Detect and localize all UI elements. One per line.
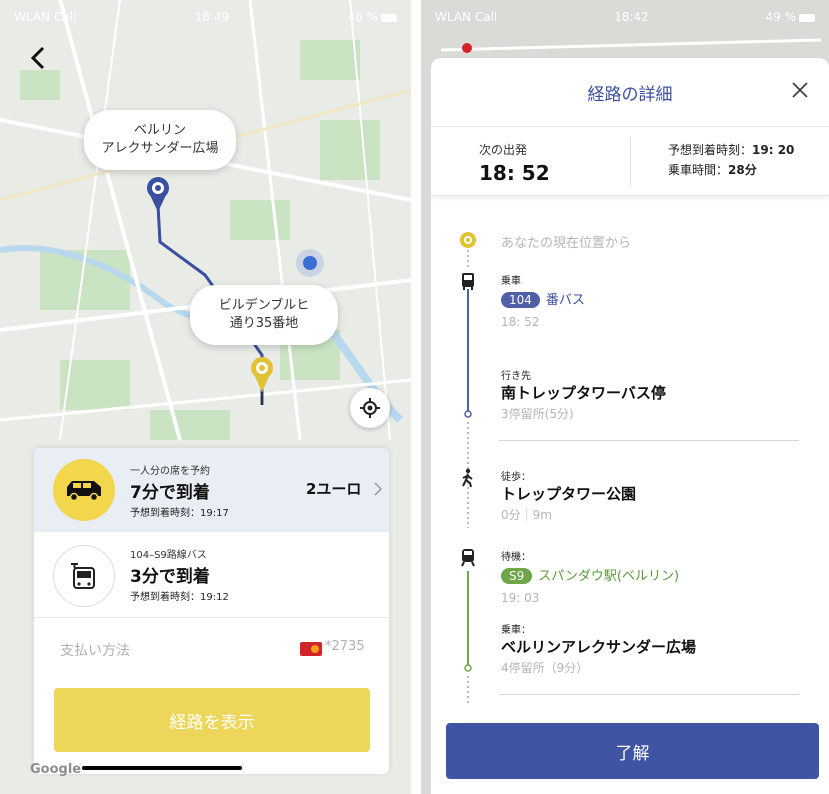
car-icon: [53, 459, 115, 521]
divider: [499, 694, 799, 695]
start-location-icon: [460, 232, 476, 248]
page-title: 経路の詳細: [587, 85, 673, 105]
route-timeline: あなたの現在位置から 乗車 104 番バス 18: 52 行き先 南トレップタワー…: [431, 196, 829, 716]
bus-line: 104 番バス: [501, 289, 585, 308]
booking-screen: WLAN Call 18:49 46 % ベルリン アレクサンダー広場 ビルデン…: [0, 0, 411, 794]
start-label: あなたの現在位置から: [501, 236, 632, 251]
ride-price: 2ユーロ: [306, 480, 362, 498]
walk-info: 0分｜9m: [501, 508, 552, 522]
ok-button[interactable]: 了解: [446, 723, 819, 779]
booking-sheet: 一人分の席を予約 7分で到着 予想到着時刻：19:17 2ユーロ 104–S9路…: [34, 448, 389, 774]
chevron-right-icon: [374, 482, 382, 496]
mastercard-icon: [300, 642, 322, 656]
route-detail-card: 経路の詳細 次の出発 18: 52 予想到着時刻：19: 20 乗車時間：28分: [431, 58, 829, 794]
train-line: S9 スパンダウ駅(ベルリン): [501, 565, 679, 584]
status-bar: WLAN Call 18:49 46 %: [0, 0, 411, 34]
board-label: 乗車: [501, 276, 521, 287]
destination-label: 行き先: [501, 371, 531, 382]
walk-place: トレップタワー公園: [501, 485, 637, 503]
ride-caption: 一人分の席を予約: [130, 466, 210, 477]
crosshair-icon: [360, 398, 380, 418]
train-station: スパンダウ駅(ベルリン): [538, 569, 680, 584]
ride-option-bus[interactable]: 104–S9路線バス 3分で到着 予想到着時刻：19:12: [34, 534, 389, 618]
next-departure-time: 18: 52: [479, 161, 550, 185]
google-logo: Google: [30, 762, 82, 777]
ride-caption: 104–S9路線バス: [130, 550, 207, 561]
carrier-label: WLAN Call: [435, 10, 498, 24]
train-icon: [461, 549, 475, 567]
departure-summary: 次の出発 18: 52 予想到着時刻：19: 20 乗車時間：28分: [431, 126, 829, 196]
bus-icon: [53, 545, 115, 607]
ride-destination: ベルリンアレクサンダー広場: [501, 638, 697, 656]
walking-icon: [462, 468, 473, 488]
walk-label: 徒歩：: [501, 472, 531, 483]
destination-bubble-line2: 通り35番地: [229, 316, 299, 331]
wait-label: 待機：: [501, 552, 531, 563]
train-time: 19: 03: [501, 591, 540, 605]
eta-row: 予想到着時刻：19: 20: [668, 141, 794, 158]
destination-bubble-line1: ビルデンブルヒ: [218, 298, 310, 313]
carrier-label: WLAN Call: [14, 10, 77, 24]
battery-icon: [798, 13, 815, 22]
clock: 18:42: [614, 10, 649, 24]
bus-suffix: 番バス: [545, 293, 585, 308]
current-location-icon: [296, 249, 324, 277]
bus-time: 18: 52: [501, 315, 540, 329]
battery-indicator: 46 %: [347, 10, 397, 24]
divider: [499, 440, 799, 441]
destination-stop: 南トレップタワーバス停: [501, 384, 666, 402]
close-icon[interactable]: [788, 78, 812, 102]
destination-bubble: ビルデンブルヒ 通り35番地: [190, 285, 338, 345]
ride-info: 4停留所（9分）: [501, 661, 589, 675]
ride-time-label: 乗車時間：: [668, 163, 729, 177]
divider: [630, 137, 631, 187]
origin-bubble-line1: ベルリン: [133, 123, 186, 138]
train-line-badge: S9: [501, 568, 533, 584]
ride-option-shared-car[interactable]: 一人分の席を予約 7分で到着 予想到着時刻：19:17 2ユーロ: [34, 448, 389, 532]
next-departure-label: 次の出発: [479, 143, 528, 157]
eta-label: 予想到着時刻：: [668, 143, 753, 157]
bus-number-badge: 104: [501, 292, 540, 308]
home-indicator: [82, 766, 242, 770]
battery-indicator: 49 %: [765, 10, 815, 24]
origin-bubble-line2: アレクサンダー広場: [101, 141, 219, 156]
origin-bubble: ベルリン アレクサンダー広場: [84, 110, 236, 170]
back-chevron-icon[interactable]: [28, 46, 48, 70]
payment-method-row[interactable]: 支払い方法 *2735: [34, 618, 389, 684]
ride-time-row: 乗車時間：28分: [668, 161, 757, 178]
ride-eta: 予想到着時刻：19:12: [130, 592, 229, 603]
eta-value: 19: 20: [752, 143, 795, 157]
card-number: *2735: [325, 639, 365, 654]
show-route-button[interactable]: 経路を表示: [54, 688, 370, 752]
route-details-screen: WLAN Call 18:42 49 % 経路の詳細 次の出発 18: 52 予…: [421, 0, 829, 794]
ride-eta: 予想到着時刻：19:17: [130, 508, 229, 519]
bus-icon: [462, 273, 474, 290]
ride-arrival: 7分で到着: [130, 483, 210, 503]
my-location-button[interactable]: [350, 388, 390, 428]
ride-time-value: 28分: [728, 163, 757, 177]
payment-label: 支払い方法: [60, 643, 130, 659]
battery-icon: [380, 13, 397, 22]
clock: 18:49: [194, 10, 230, 24]
ride-label: 乗車：: [501, 625, 531, 636]
destination-info: 3停留所(5分): [501, 407, 574, 421]
ride-arrival: 3分で到着: [130, 567, 210, 587]
status-bar: WLAN Call 18:42 49 %: [421, 0, 829, 34]
